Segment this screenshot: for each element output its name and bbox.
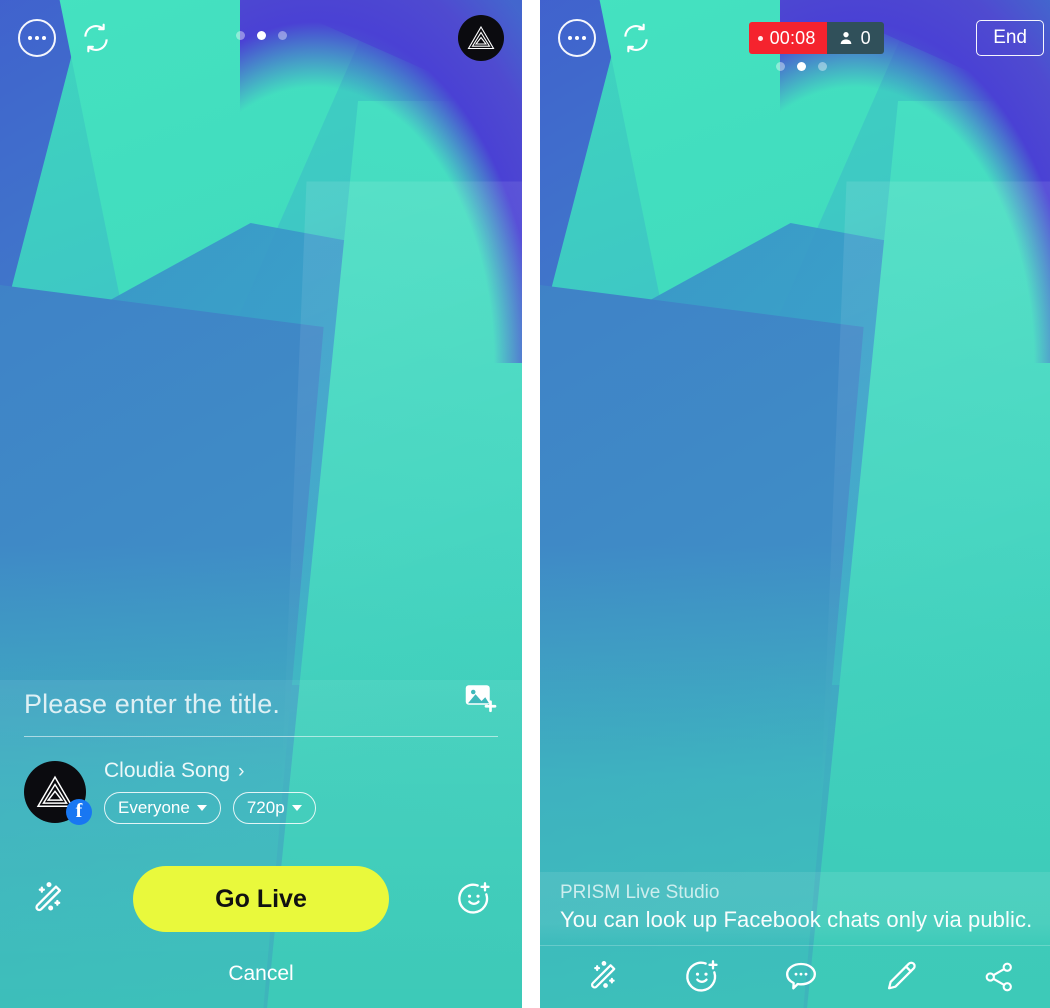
cancel-row: Cancel xyxy=(24,932,498,1008)
resolution-chip[interactable]: 720p xyxy=(232,792,316,824)
sticker-smiley-icon xyxy=(686,960,718,992)
chat-message: You can look up Facebook chats only via … xyxy=(560,907,1033,932)
switch-camera-button[interactable] xyxy=(76,18,116,58)
right-phone-screen: 00:08 0 End PRISM Live Studio You can lo xyxy=(540,0,1050,1008)
go-live-button[interactable]: Go Live xyxy=(133,866,389,932)
account-name-button[interactable]: Cloudia Song › xyxy=(104,759,316,783)
more-options-button[interactable] xyxy=(18,19,56,57)
prism-logo-icon xyxy=(467,25,495,50)
share-icon xyxy=(985,962,1012,992)
go-live-sheet: Please enter the title. f Cloudia Song ›… xyxy=(0,680,522,1008)
sticker-button[interactable] xyxy=(454,879,494,919)
audience-chip[interactable]: Everyone xyxy=(104,792,221,824)
title-input[interactable]: Please enter the title. xyxy=(24,689,448,720)
magic-wand-icon xyxy=(591,961,616,989)
left-top-bar xyxy=(0,0,522,76)
audience-chip-label: Everyone xyxy=(118,798,190,817)
switch-camera-button[interactable] xyxy=(616,18,656,58)
screen-divider xyxy=(528,0,534,1008)
chat-tool-button[interactable] xyxy=(778,954,824,1000)
live-timer-label: 00:08 xyxy=(769,27,816,48)
add-image-button[interactable] xyxy=(462,680,498,716)
more-options-button[interactable] xyxy=(558,19,596,57)
magic-wand-icon xyxy=(35,882,61,912)
facebook-icon: f xyxy=(66,798,92,825)
chevron-down-icon xyxy=(291,805,302,811)
viewer-count: 0 xyxy=(826,22,884,54)
prism-logo-button[interactable] xyxy=(458,15,504,61)
chat-author: PRISM Live Studio xyxy=(560,882,720,903)
beauty-button[interactable] xyxy=(28,879,68,919)
chat-overlay: PRISM Live Studio You can look up Facebo… xyxy=(540,872,1050,945)
person-icon xyxy=(840,32,851,44)
resolution-chip-label: 720p xyxy=(246,798,285,817)
end-broadcast-button[interactable]: End xyxy=(976,20,1044,56)
live-preview-background xyxy=(540,0,1050,1008)
setting-chips: Everyone 720p xyxy=(104,792,316,824)
switch-camera-icon xyxy=(624,23,648,53)
account-row: f Cloudia Song › Everyone 720p xyxy=(24,759,498,825)
left-phone-screen: Please enter the title. f Cloudia Song ›… xyxy=(0,0,522,1008)
sticker-tool-button[interactable] xyxy=(679,954,725,1000)
title-underline xyxy=(24,736,498,737)
draw-tool-button[interactable] xyxy=(877,954,923,1000)
cancel-button[interactable]: Cancel xyxy=(228,962,293,986)
chat-bubble-icon xyxy=(785,962,816,990)
chevron-down-icon xyxy=(196,805,207,811)
go-live-row: Go Live xyxy=(24,866,498,932)
beauty-tool-button[interactable] xyxy=(580,954,626,1000)
add-image-icon xyxy=(465,685,497,713)
live-status-badge: 00:08 0 xyxy=(748,22,884,54)
live-bottom-toolbar xyxy=(540,945,1050,1008)
live-timer: 00:08 xyxy=(748,22,827,54)
right-top-bar: 00:08 0 End xyxy=(540,0,1050,76)
account-name-label: Cloudia Song xyxy=(104,759,231,782)
more-options-icon xyxy=(28,36,46,40)
recording-dot-icon xyxy=(757,35,763,41)
title-row: Please enter the title. xyxy=(24,680,498,736)
sticker-smiley-icon xyxy=(458,882,490,914)
share-tool-button[interactable] xyxy=(976,954,1022,1000)
screenshot-root: Please enter the title. f Cloudia Song ›… xyxy=(0,0,1050,1008)
more-options-icon xyxy=(568,36,586,40)
switch-camera-icon xyxy=(84,23,108,53)
chevron-right-icon: › xyxy=(238,760,245,782)
avatar[interactable]: f xyxy=(24,760,92,825)
pencil-icon xyxy=(887,961,916,990)
viewer-count-label: 0 xyxy=(860,27,871,48)
